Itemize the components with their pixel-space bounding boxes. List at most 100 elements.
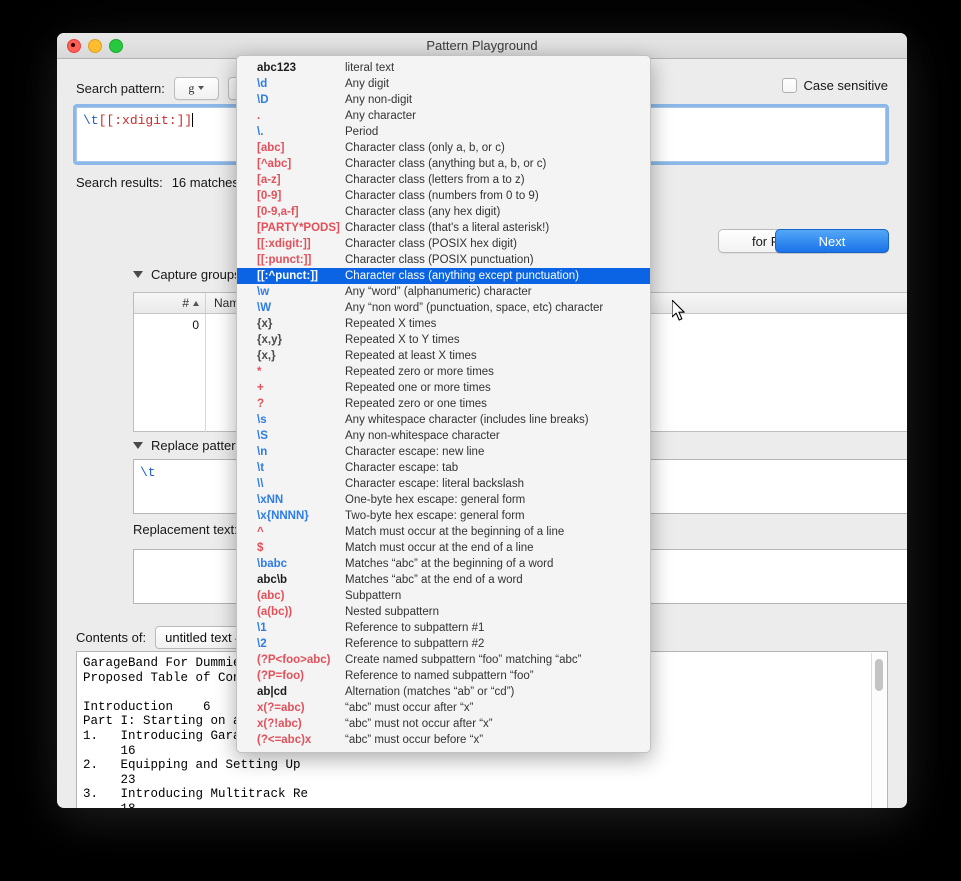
- help-item-description: Character escape: tab: [345, 462, 644, 474]
- help-item-description: Repeated X to Y times: [345, 334, 644, 346]
- help-item-description: Character class (numbers from 0 to 9): [345, 190, 644, 202]
- help-menu-item[interactable]: \nCharacter escape: new line: [237, 444, 650, 460]
- help-menu-item[interactable]: \DAny non-digit: [237, 92, 650, 108]
- help-menu-item[interactable]: \x{NNNN}Two-byte hex escape: general for…: [237, 508, 650, 524]
- search-pattern-label: Search pattern:: [76, 81, 165, 96]
- case-sensitive-option[interactable]: Case sensitive: [782, 78, 888, 93]
- help-menu-item[interactable]: \xNNOne-byte hex escape: general form: [237, 492, 650, 508]
- flag-g-label: g: [188, 81, 194, 96]
- help-item-pattern: \t: [237, 462, 345, 474]
- contents-file-value: untitled text 4: [165, 630, 242, 645]
- cell-number: 0: [134, 314, 205, 336]
- help-menu-item[interactable]: \wAny “word” (alphanumeric) character: [237, 284, 650, 300]
- help-menu-item[interactable]: [[:^punct:]]Character class (anything ex…: [237, 268, 650, 284]
- help-menu-item[interactable]: [0-9]Character class (numbers from 0 to …: [237, 188, 650, 204]
- help-menu-item[interactable]: x(?!abc)“abc” must not occur after “x”: [237, 716, 650, 732]
- help-menu-item[interactable]: \.Period: [237, 124, 650, 140]
- help-menu-item[interactable]: \1Reference to subpattern #1: [237, 620, 650, 636]
- regex-help-list: abc123literal text\dAny digit\DAny non-d…: [237, 56, 650, 751]
- help-item-pattern: \2: [237, 638, 345, 650]
- capture-groups-disclosure[interactable]: Capture groups: [133, 267, 241, 282]
- help-item-pattern: {x,}: [237, 350, 345, 362]
- help-item-pattern: (abc): [237, 590, 345, 602]
- help-item-pattern: \.: [237, 126, 345, 138]
- minimize-button[interactable]: [88, 39, 102, 53]
- text-caret: [192, 113, 193, 127]
- help-item-description: Any non-digit: [345, 94, 644, 106]
- help-menu-item[interactable]: [0-9,a-f]Character class (any hex digit): [237, 204, 650, 220]
- help-menu-item[interactable]: abc123literal text: [237, 60, 650, 76]
- help-item-pattern: [a-z]: [237, 174, 345, 186]
- help-menu-item[interactable]: [[:xdigit:]]Character class (POSIX hex d…: [237, 236, 650, 252]
- help-item-description: Repeated zero or more times: [345, 366, 644, 378]
- help-menu-item[interactable]: (?P<foo>abc)Create named subpattern “foo…: [237, 652, 650, 668]
- help-menu-item[interactable]: [^abc]Character class (anything but a, b…: [237, 156, 650, 172]
- help-item-pattern: ab|cd: [237, 686, 345, 698]
- contents-scrollbar-thumb[interactable]: [875, 659, 883, 691]
- disclosure-triangle-icon: [133, 271, 143, 278]
- help-item-pattern: \D: [237, 94, 345, 106]
- help-item-pattern: .: [237, 110, 345, 122]
- disclosure-triangle-icon: [133, 442, 143, 449]
- help-menu-item[interactable]: (abc)Subpattern: [237, 588, 650, 604]
- help-menu-item[interactable]: {x,y}Repeated X to Y times: [237, 332, 650, 348]
- help-menu-item[interactable]: (a(bc))Nested subpattern: [237, 604, 650, 620]
- help-menu-item[interactable]: [[:punct:]]Character class (POSIX punctu…: [237, 252, 650, 268]
- chevron-down-icon: [198, 86, 204, 90]
- column-header-number[interactable]: #: [134, 293, 205, 313]
- help-item-pattern: \n: [237, 446, 345, 458]
- contents-of-label: Contents of:: [76, 630, 146, 645]
- contents-scrollbar[interactable]: [871, 653, 886, 808]
- help-item-description: Character class (any hex digit): [345, 206, 644, 218]
- case-sensitive-checkbox[interactable]: [782, 78, 797, 93]
- help-menu-item[interactable]: [PARTY*PODS]Character class (that's a li…: [237, 220, 650, 236]
- help-menu-item[interactable]: $Match must occur at the end of a line: [237, 540, 650, 556]
- help-menu-item[interactable]: \sAny whitespace character (includes lin…: [237, 412, 650, 428]
- help-item-pattern: [PARTY*PODS]: [237, 222, 345, 234]
- help-menu-item[interactable]: \2Reference to subpattern #2: [237, 636, 650, 652]
- help-menu-item[interactable]: \tCharacter escape: tab: [237, 460, 650, 476]
- help-menu-item[interactable]: ^Match must occur at the beginning of a …: [237, 524, 650, 540]
- help-menu-item[interactable]: (?<=abc)x“abc” must occur before “x”: [237, 732, 650, 748]
- help-menu-item[interactable]: abc\bMatches “abc” at the end of a word: [237, 572, 650, 588]
- help-menu-item[interactable]: +Repeated one or more times: [237, 380, 650, 396]
- replacement-text-label: Replacement text:: [133, 522, 238, 537]
- help-menu-item[interactable]: ?Repeated zero or one times: [237, 396, 650, 412]
- regex-flags-button[interactable]: g: [174, 77, 219, 100]
- help-item-pattern: \1: [237, 622, 345, 634]
- help-item-pattern: $: [237, 542, 345, 554]
- help-item-description: One-byte hex escape: general form: [345, 494, 644, 506]
- help-menu-item[interactable]: (?P=foo)Reference to named subpattern “f…: [237, 668, 650, 684]
- help-menu-item[interactable]: .Any character: [237, 108, 650, 124]
- help-menu-item[interactable]: x(?=abc)“abc” must occur after “x”: [237, 700, 650, 716]
- replace-pattern-disclosure[interactable]: Replace pattern: [133, 438, 243, 453]
- help-menu-item[interactable]: *Repeated zero or more times: [237, 364, 650, 380]
- close-button[interactable]: [67, 39, 81, 53]
- replacement-text-label-wrap: Replacement text:: [133, 522, 238, 537]
- help-item-pattern: (?P=foo): [237, 670, 345, 682]
- help-item-description: Alternation (matches “ab” or “cd”): [345, 686, 644, 698]
- help-menu-item[interactable]: \babcMatches “abc” at the beginning of a…: [237, 556, 650, 572]
- help-item-description: literal text: [345, 62, 644, 74]
- help-menu-item[interactable]: \\Character escape: literal backslash: [237, 476, 650, 492]
- help-menu-item[interactable]: \WAny “non word” (punctuation, space, et…: [237, 300, 650, 316]
- help-menu-item[interactable]: [abc]Character class (only a, b, or c): [237, 140, 650, 156]
- replace-pattern-title: Replace pattern: [151, 438, 243, 453]
- help-item-pattern: [[:xdigit:]]: [237, 238, 345, 250]
- help-menu-item[interactable]: [a-z]Character class (letters from a to …: [237, 172, 650, 188]
- regex-help-popup-menu[interactable]: abc123literal text\dAny digit\DAny non-d…: [236, 55, 651, 753]
- help-item-description: Character escape: literal backslash: [345, 478, 644, 490]
- help-menu-item[interactable]: {x}Repeated X times: [237, 316, 650, 332]
- help-item-pattern: [[:^punct:]]: [237, 270, 345, 282]
- next-button[interactable]: Next: [775, 229, 889, 253]
- help-item-description: Any whitespace character (includes line …: [345, 414, 644, 426]
- help-menu-item[interactable]: {x,}Repeated at least X times: [237, 348, 650, 364]
- help-menu-item[interactable]: \SAny non-whitespace character: [237, 428, 650, 444]
- help-item-pattern: \w: [237, 286, 345, 298]
- help-item-description: Match must occur at the beginning of a l…: [345, 526, 644, 538]
- help-menu-item[interactable]: ab|cdAlternation (matches “ab” or “cd”): [237, 684, 650, 700]
- help-item-description: “abc” must occur before “x”: [345, 734, 644, 746]
- zoom-button[interactable]: [109, 39, 123, 53]
- help-menu-item[interactable]: \dAny digit: [237, 76, 650, 92]
- help-item-description: Character class (POSIX hex digit): [345, 238, 644, 250]
